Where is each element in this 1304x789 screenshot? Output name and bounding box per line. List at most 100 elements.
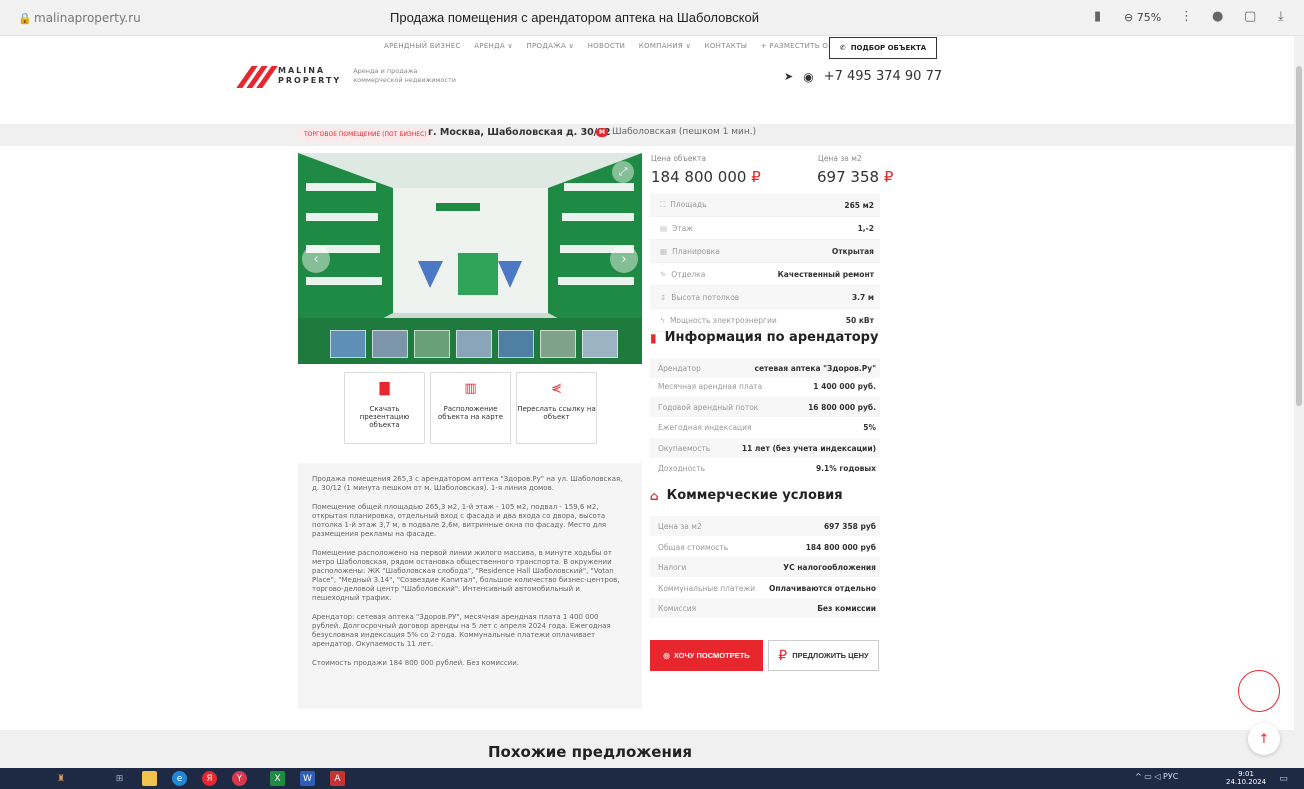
- zoom-indicator[interactable]: ⊖ 75%: [1124, 11, 1161, 24]
- object-price: 184 800 000 ₽: [651, 168, 761, 186]
- metro-info: М Шаболовская (пешком 1 мин.): [596, 127, 756, 137]
- description-paragraph: Помещение общей площадью 265,3 м2, 1-й э…: [312, 503, 607, 538]
- tenant-value: 9.1% годовых: [815, 463, 876, 473]
- object-price-value: 184 800 000: [651, 168, 747, 186]
- tenant-title-text: Информация по арендатору: [664, 330, 879, 345]
- pick-object-label: ПОДБОР ОБЪЕКТА: [850, 44, 927, 52]
- logo-text: MALINA PROPERTY: [278, 66, 341, 86]
- ruble-icon: ₽: [778, 647, 788, 663]
- nav-item[interactable]: АРЕНДА ∨: [474, 42, 513, 50]
- commercial-row: Общая стоимость 184 800 000 руб: [650, 537, 880, 557]
- spec-row-floor: ▤ Этаж 1,-2: [650, 217, 880, 240]
- contact-block: ➤ ◉ +7 495 374 90 77: [784, 69, 942, 84]
- spec-row-ceiling: ↕ Высота потолков 3.7 м: [650, 286, 880, 309]
- tenant-value: сетевая аптека "Здоров.Ру": [754, 363, 877, 373]
- whatsapp-icon[interactable]: ◉: [803, 70, 813, 84]
- file-icon: ▇: [379, 381, 390, 396]
- gallery-prev-button[interactable]: ‹: [302, 245, 330, 273]
- tenant-row: Ежегодная индексация 5%: [650, 417, 880, 437]
- commercial-label: Цена за м2: [658, 521, 702, 531]
- callback-widget[interactable]: [1238, 670, 1280, 712]
- tenant-value: 5%: [863, 422, 876, 432]
- pick-object-button[interactable]: ✆ ПОДБОР ОБЪЕКТА: [829, 37, 937, 59]
- gallery-thumbnail[interactable]: [372, 330, 408, 358]
- phone-number[interactable]: +7 495 374 90 77: [824, 69, 942, 84]
- description-paragraph: Продажа помещения 265,3 с арендатором ап…: [312, 475, 623, 492]
- clock[interactable]: 9:01 24.10.2024: [1226, 770, 1266, 786]
- nav-item[interactable]: НОВОСТИ: [588, 42, 626, 50]
- system-tray[interactable]: ^ ▭ ◁ РУС: [1135, 772, 1178, 781]
- sqm-price-label: Цена за м2: [818, 154, 862, 163]
- download-presentation-button[interactable]: ▇ Скачать презентацию объекта: [344, 372, 425, 444]
- commercial-label: Налоги: [658, 562, 687, 572]
- task-view-icon[interactable]: ⊞: [112, 771, 127, 786]
- clock-time: 9:01: [1238, 770, 1254, 778]
- tabs-icon[interactable]: ▢: [1244, 9, 1256, 24]
- scroll-top-button[interactable]: ↑: [1248, 723, 1280, 755]
- gallery-thumbnail[interactable]: [414, 330, 450, 358]
- description-paragraph: Стоимость продажи 184 800 000 рублей. Бе…: [312, 659, 520, 667]
- want-to-see-button[interactable]: ◎ ХОЧУ ПОСМОТРЕТЬ: [650, 640, 763, 671]
- gallery-thumbnail[interactable]: [456, 330, 492, 358]
- tenant-label: Годовой арендный поток: [658, 402, 759, 412]
- word-icon[interactable]: W: [300, 771, 315, 786]
- windows-taskbar: ♜ ⊞ e Я Y X W A ^ ▭ ◁ РУС 9:01 24.10.202…: [0, 768, 1304, 789]
- description-paragraph: Арендатор: сетевая аптека "Здоров.РУ", м…: [312, 613, 611, 648]
- nav-item[interactable]: ПРОДАЖА ∨: [526, 42, 574, 50]
- fullscreen-icon[interactable]: ⤢: [612, 161, 634, 183]
- share-link-button[interactable]: ⋞ Переслать ссылку на объект: [516, 372, 597, 444]
- object-address: г. Москва, Шаболовская д. 30/12: [428, 127, 611, 138]
- gallery-thumbnail[interactable]: [540, 330, 576, 358]
- map-icon: ▥: [464, 381, 477, 396]
- gallery-thumbnail[interactable]: [582, 330, 618, 358]
- tenant-label: Арендатор: [658, 363, 701, 373]
- tenant-value: 16 800 000 руб.: [808, 402, 876, 412]
- extension-icon[interactable]: ●: [1212, 9, 1223, 24]
- kremlin-icon[interactable]: ♜: [50, 771, 72, 786]
- commercial-value: Оплачиваются отдельно: [768, 583, 876, 593]
- photo-gallery[interactable]: ‹ › ⤢: [298, 153, 642, 364]
- download-icon[interactable]: ⤓: [1278, 9, 1284, 24]
- floor-icon: ▤: [660, 223, 668, 233]
- object-price-label: Цена объекта: [651, 154, 706, 163]
- nav-item[interactable]: АРЕНДНЫЙ БИЗНЕС: [384, 42, 461, 50]
- scrollbar-thumb[interactable]: [1296, 66, 1302, 406]
- page-scrollbar[interactable]: [1294, 36, 1304, 768]
- commercial-value: УС налогообложения: [783, 562, 876, 572]
- gallery-thumbnail[interactable]: [498, 330, 534, 358]
- metro-label: Шаболовская (пешком 1 мин.): [611, 127, 757, 137]
- edge-icon[interactable]: e: [172, 771, 187, 786]
- sqm-price-value: 697 358: [817, 168, 880, 186]
- offer-price-button[interactable]: ₽ ПРЕДЛОЖИТЬ ЦЕНУ: [768, 640, 879, 671]
- map-location-button[interactable]: ▥ Расположение объекта на карте: [430, 372, 511, 444]
- excel-icon[interactable]: X: [270, 771, 285, 786]
- pdf-icon[interactable]: A: [330, 771, 345, 786]
- spec-value: 1,-2: [857, 223, 874, 233]
- commercial-label: Коммунальные платежи: [658, 583, 756, 593]
- bookmark-icon[interactable]: ▮: [1094, 9, 1101, 24]
- tenant-value: 11 лет (без учета индексации): [741, 443, 876, 453]
- browser-toolbar: 🔒 malinaproperty.ru Продажа помещения с …: [0, 0, 1304, 36]
- yandex-app-icon[interactable]: Y: [232, 771, 247, 786]
- spec-label: Планировка: [672, 246, 720, 256]
- lock-icon: 🔒: [18, 12, 32, 25]
- height-icon: ↕: [660, 292, 667, 302]
- spec-label: Высота потолков: [671, 292, 740, 302]
- telegram-icon[interactable]: ➤: [784, 70, 793, 83]
- file-explorer-icon[interactable]: [142, 771, 157, 786]
- language-indicator[interactable]: РУС: [1163, 772, 1178, 781]
- brush-icon: ✎: [660, 269, 667, 279]
- spec-value: 3.7 м: [851, 292, 874, 302]
- address-bar[interactable]: malinaproperty.ru: [34, 11, 141, 25]
- spec-label: Мощность электроэнергии: [669, 315, 777, 325]
- logo-mark-icon: [236, 66, 278, 88]
- nav-item[interactable]: КОНТАКТЫ: [705, 42, 748, 50]
- spec-label: Отделка: [671, 269, 706, 279]
- yandex-browser-icon[interactable]: Я: [202, 771, 217, 786]
- menu-icon[interactable]: ⋮: [1180, 9, 1193, 24]
- gallery-thumbnail[interactable]: [330, 330, 366, 358]
- notifications-icon[interactable]: ▭: [1276, 771, 1291, 786]
- gallery-next-button[interactable]: ›: [610, 245, 638, 273]
- nav-item[interactable]: КОМПАНИЯ ∨: [639, 42, 691, 50]
- site-logo[interactable]: MALINA PROPERTY Аренда и продажа коммерч…: [236, 66, 463, 88]
